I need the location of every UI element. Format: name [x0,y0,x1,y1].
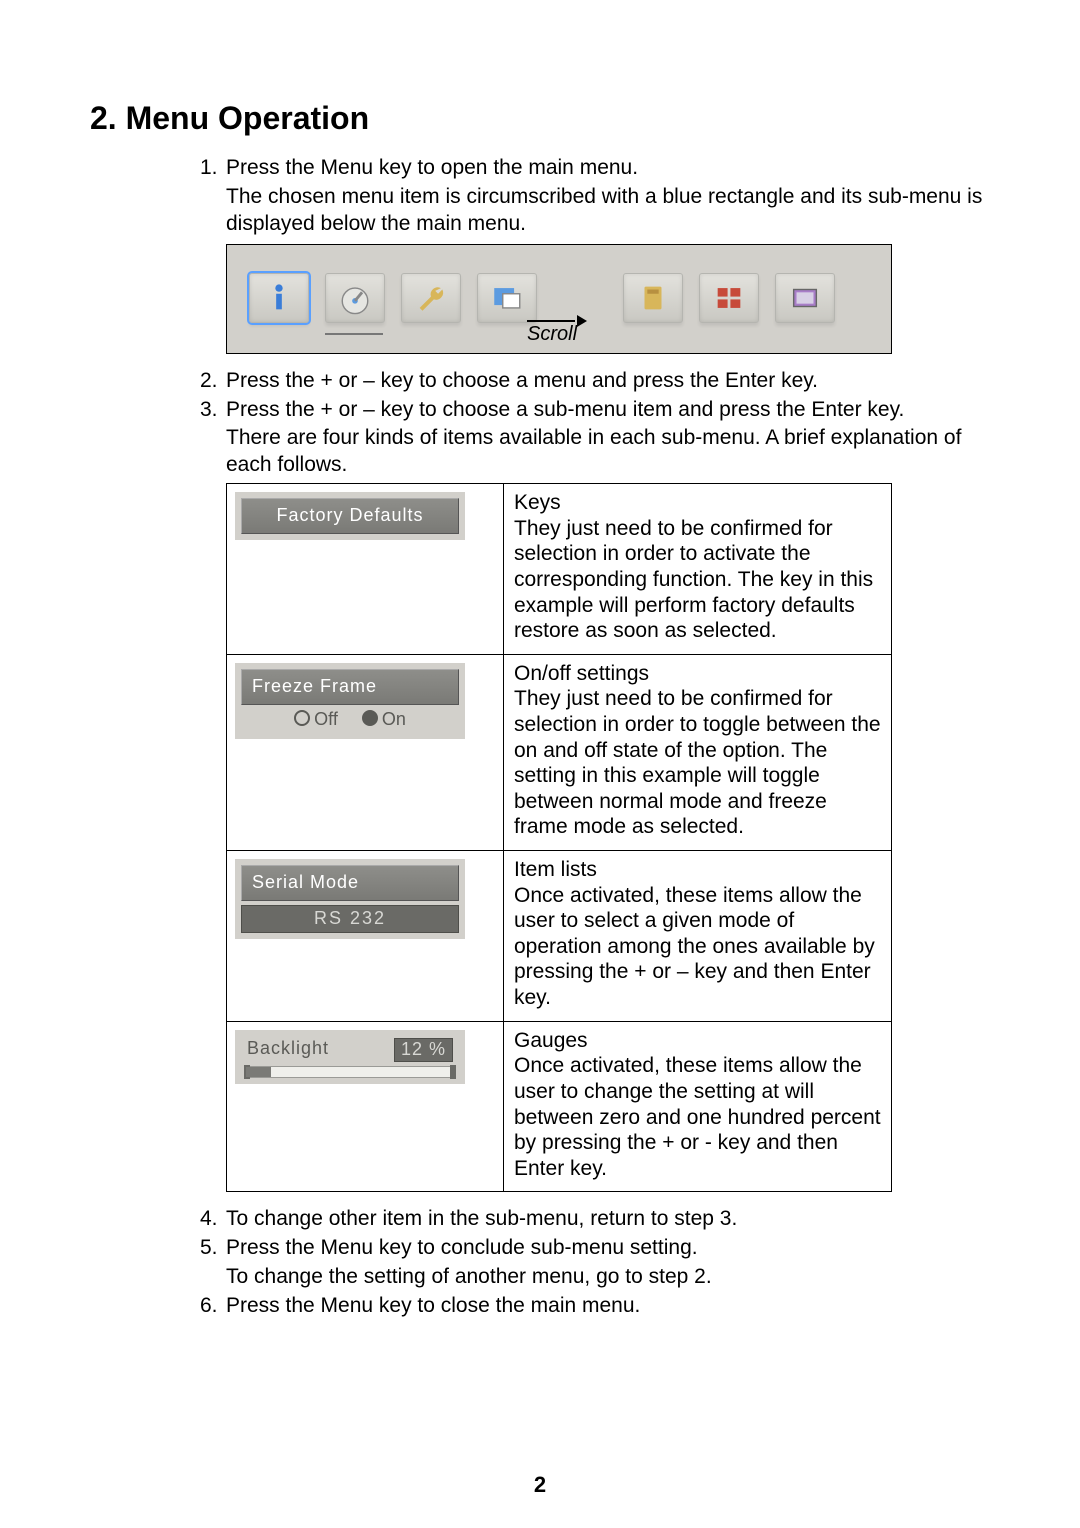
radio-off-icon[interactable] [294,710,310,726]
item-type-body: They just need to be confirmed for selec… [514,686,881,840]
item-type-title: On/off settings [514,661,881,687]
item-type-body: Once activated, these items allow the us… [514,883,881,1011]
serial-mode-selector[interactable]: Serial Mode RS 232 [235,859,465,939]
step-subtext: There are four kinds of items available … [226,425,990,479]
step-text: To change other item in the sub-menu, re… [226,1206,990,1233]
step-subtext: To change the setting of another menu, g… [226,1264,990,1291]
freeze-frame-toggle[interactable]: Freeze Frame Off On [235,663,465,739]
step-number: 1. [200,155,226,182]
page-number: 2 [0,1472,1080,1498]
radio-on-icon[interactable] [362,710,378,726]
step-text: Press the Menu key to open the main menu… [226,155,990,182]
section-heading: 2. Menu Operation [90,100,990,137]
item-type-body: They just need to be confirmed for selec… [514,516,881,644]
submenu-items-table: Factory Defaults Keys They just need to … [226,483,892,1192]
gauge-icon[interactable] [325,273,385,323]
step-text: Press the Menu key to conclude sub-menu … [226,1235,990,1262]
window-icon[interactable] [477,273,537,323]
step-number: 6. [200,1293,226,1320]
step-number: 3. [200,397,226,424]
table-row: Serial Mode RS 232 Item lists Once activ… [227,851,892,1022]
step-number: 2. [200,368,226,395]
table-row: Factory Defaults Keys They just need to … [227,484,892,655]
backlight-gauge[interactable]: Backlight 12 % [235,1030,465,1084]
step-text: Press the + or – key to choose a menu an… [226,368,990,395]
monitor-icon[interactable] [775,273,835,323]
info-icon[interactable] [249,273,309,323]
item-type-title: Keys [514,490,881,516]
gauge-bar[interactable] [245,1066,455,1078]
serial-mode-value: RS 232 [241,905,459,933]
step-text: Press the Menu key to close the main men… [226,1293,990,1320]
step-text: Press the + or – key to choose a sub-men… [226,397,990,424]
factory-defaults-button[interactable]: Factory Defaults [235,492,465,540]
item-type-title: Item lists [514,857,881,883]
table-row: Freeze Frame Off On On/off settings They… [227,654,892,850]
card-icon[interactable] [623,273,683,323]
step-number: 5. [200,1235,226,1262]
backlight-value: 12 % [394,1038,453,1062]
item-type-title: Gauges [514,1028,881,1054]
item-type-body: Once activated, these items allow the us… [514,1053,881,1181]
table-row: Backlight 12 % Gauges Once activated, th… [227,1021,892,1192]
menu-strip-figure: Scroll [226,244,892,354]
wrench-icon[interactable] [401,273,461,323]
grid-icon[interactable] [699,273,759,323]
scroll-label: Scroll [527,323,577,346]
step-subtext: The chosen menu item is circumscribed wi… [226,184,990,238]
step-number: 4. [200,1206,226,1233]
